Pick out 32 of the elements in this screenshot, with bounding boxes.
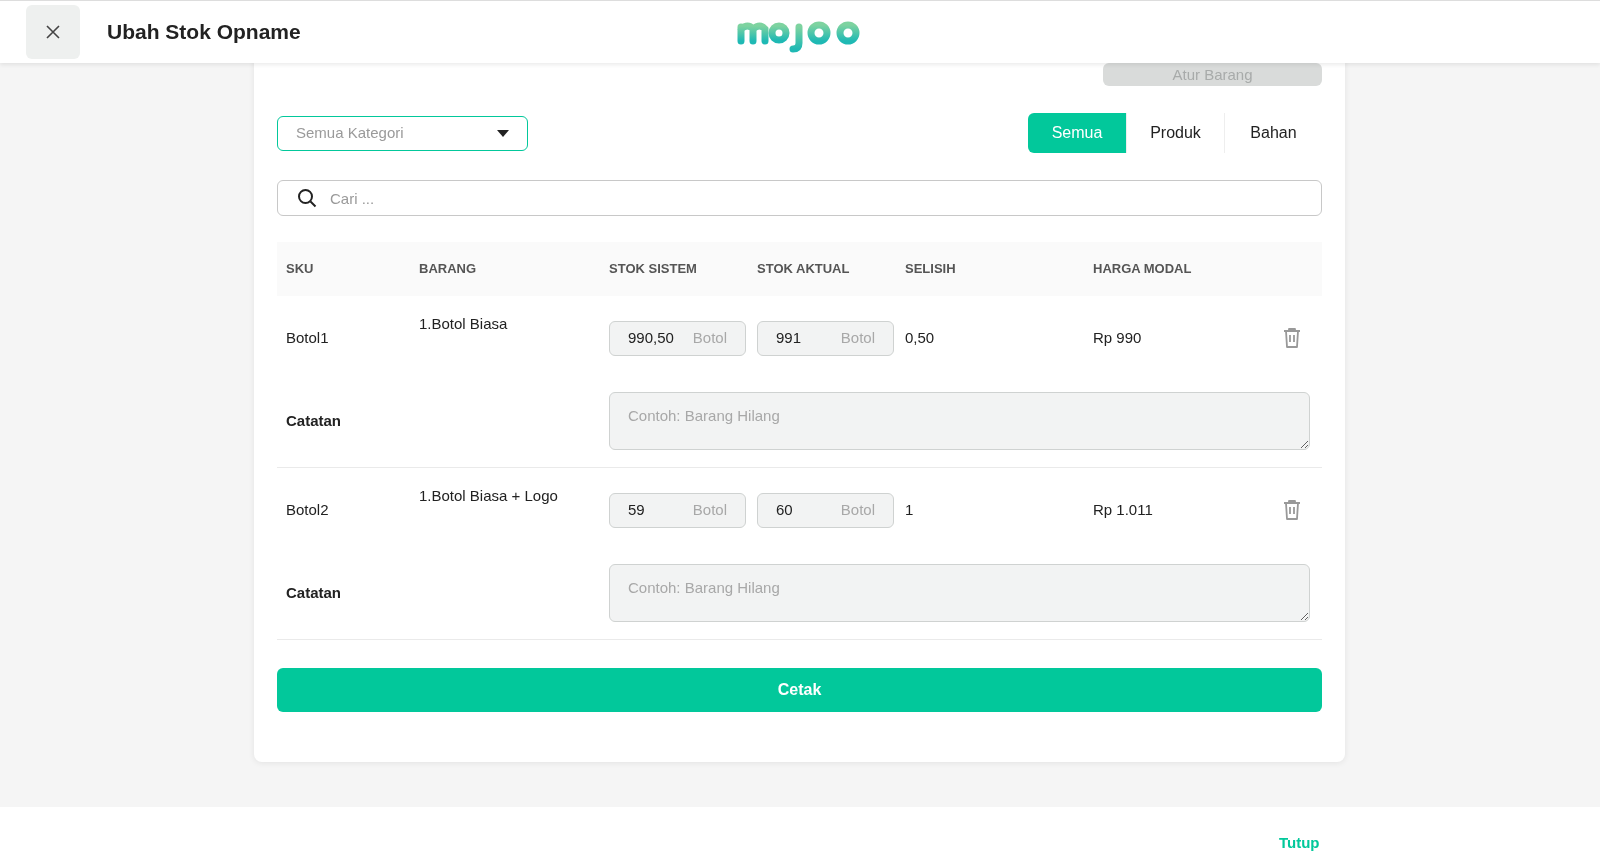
column-header: SELISIH xyxy=(904,261,956,277)
cost-cell-text: Rp 1.011 xyxy=(1092,501,1153,518)
difference-cell-text: 1 xyxy=(904,501,914,518)
note-label: Catatan xyxy=(285,412,341,429)
column-header: HARGA MODAL xyxy=(1092,261,1192,277)
note-field[interactable]: Contoh: Barang Hilang xyxy=(609,564,1310,622)
item-name-cell-text: 1.Botol Biasa + Logo xyxy=(418,487,558,504)
sku-cell-text: Botol1 xyxy=(285,329,329,346)
caret-icon xyxy=(497,129,509,137)
cost-cell-text: Rp 990 xyxy=(1092,329,1142,346)
trash-icon[interactable] xyxy=(1282,499,1302,521)
column-header: BARANG xyxy=(418,261,477,277)
search-field[interactable]: Cari ... xyxy=(277,180,1322,216)
stock-field[interactable]: 990,50 Botol xyxy=(609,320,746,356)
item-name-cell-text: 1.Botol Biasa xyxy=(418,315,508,332)
column-header: SKU xyxy=(285,261,314,277)
difference-cell-text: 0,50 xyxy=(904,329,935,346)
stock-field[interactable]: 59 Botol xyxy=(609,492,746,528)
page-title: Ubah Stok Opname xyxy=(107,19,301,46)
stock-field[interactable]: 991 Botol xyxy=(757,320,894,356)
search-icon xyxy=(297,188,317,208)
column-header: STOK AKTUAL xyxy=(756,261,850,277)
sku-cell-text: Botol2 xyxy=(285,501,329,518)
note-field[interactable]: Contoh: Barang Hilang xyxy=(609,392,1310,450)
filter-tab[interactable]: Produk xyxy=(1126,113,1224,153)
column-header: STOK SISTEM xyxy=(608,261,697,277)
close-icon xyxy=(45,24,61,40)
close-button[interactable] xyxy=(26,5,80,59)
stock-field[interactable]: 60 Botol xyxy=(757,492,894,528)
filter-tab[interactable]: Bahan xyxy=(1224,113,1322,153)
trash-icon[interactable] xyxy=(1282,327,1302,349)
note-label: Catatan xyxy=(285,584,341,601)
